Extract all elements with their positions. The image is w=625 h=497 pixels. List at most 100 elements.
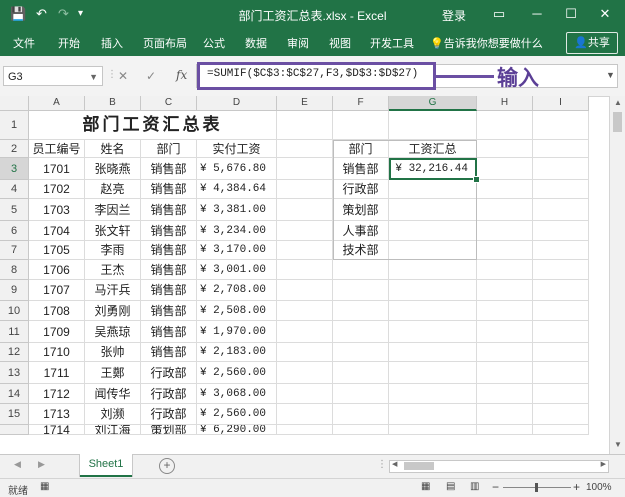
cell-e10[interactable]: [277, 301, 333, 321]
cell-c15[interactable]: 行政部: [141, 404, 197, 425]
column-header-g[interactable]: G: [389, 96, 477, 111]
cell-i12[interactable]: [533, 343, 589, 362]
cell-d13[interactable]: ¥ 2,560.00: [197, 362, 277, 384]
cell-e1[interactable]: [277, 111, 333, 140]
prev-sheet-icon[interactable]: ◀: [14, 459, 21, 470]
row-header-15[interactable]: 15: [0, 404, 29, 425]
cell-b4[interactable]: 赵亮: [85, 180, 141, 199]
horizontal-scrollbar[interactable]: ◀ ▶: [389, 460, 609, 473]
cell-b5[interactable]: 李因兰: [85, 199, 141, 221]
cell-f10[interactable]: [333, 301, 389, 321]
column-header-e[interactable]: E: [277, 96, 333, 111]
cell-i3[interactable]: [533, 158, 589, 180]
page-break-view-icon[interactable]: ▥: [470, 481, 479, 492]
cell-i4[interactable]: [533, 180, 589, 199]
cell-d2[interactable]: 实付工资: [197, 140, 277, 158]
row-header-16[interactable]: [0, 425, 29, 435]
row-header-12[interactable]: 12: [0, 343, 29, 362]
cell-g8[interactable]: [389, 260, 477, 280]
column-header-f[interactable]: F: [333, 96, 389, 111]
cell-e13[interactable]: [277, 362, 333, 384]
cell-b16[interactable]: 刘江海: [85, 425, 141, 435]
maximize-icon[interactable]: ☐: [560, 4, 582, 24]
cell-h7[interactable]: [477, 241, 533, 260]
cell-f11[interactable]: [333, 321, 389, 343]
cell-h5[interactable]: [477, 199, 533, 221]
share-button[interactable]: 👤共享: [566, 32, 618, 54]
zoom-out-button[interactable]: −: [492, 480, 499, 494]
cell-a9[interactable]: 1707: [29, 280, 85, 301]
cell-c9[interactable]: 销售部: [141, 280, 197, 301]
cell-f6[interactable]: 人事部: [333, 221, 389, 241]
cell-a6[interactable]: 1704: [29, 221, 85, 241]
cell-c13[interactable]: 行政部: [141, 362, 197, 384]
cell-e5[interactable]: [277, 199, 333, 221]
cell-b15[interactable]: 刘濒: [85, 404, 141, 425]
cell-b14[interactable]: 闻传华: [85, 384, 141, 404]
scroll-right-icon[interactable]: ▶: [601, 460, 606, 468]
row-header-9[interactable]: 9: [0, 280, 29, 301]
cell-b12[interactable]: 张帅: [85, 343, 141, 362]
cell-e16[interactable]: [277, 425, 333, 435]
cell-c2[interactable]: 部门: [141, 140, 197, 158]
expand-formula-bar-icon[interactable]: ▼: [606, 70, 615, 80]
cell-b13[interactable]: 王鄭: [85, 362, 141, 384]
cell-e3[interactable]: [277, 158, 333, 180]
ribbon-display-options-icon[interactable]: ▭: [488, 4, 510, 24]
row-header-14[interactable]: 14: [0, 384, 29, 404]
row-header-1[interactable]: 1: [0, 111, 29, 140]
cell-a13[interactable]: 1711: [29, 362, 85, 384]
tab-home[interactable]: 开始: [58, 35, 80, 51]
cell-a3[interactable]: 1701: [29, 158, 85, 180]
cell-h16[interactable]: [477, 425, 533, 435]
cell-h4[interactable]: [477, 180, 533, 199]
page-layout-view-icon[interactable]: ▤: [446, 481, 455, 492]
cell-b3[interactable]: 张晓燕: [85, 158, 141, 180]
cell-a2[interactable]: 员工编号: [29, 140, 85, 158]
cell-g5[interactable]: [389, 199, 477, 221]
vertical-scrollbar[interactable]: ▲ ▼: [609, 96, 625, 454]
cell-g4[interactable]: [389, 180, 477, 199]
cell-i2[interactable]: [533, 140, 589, 158]
cell-h13[interactable]: [477, 362, 533, 384]
cell-i5[interactable]: [533, 199, 589, 221]
column-header-a[interactable]: A: [29, 96, 85, 111]
next-sheet-icon[interactable]: ▶: [38, 459, 45, 470]
close-icon[interactable]: ✕: [594, 4, 616, 24]
fill-handle[interactable]: [473, 176, 480, 183]
cell-b6[interactable]: 张文轩: [85, 221, 141, 241]
cell-e9[interactable]: [277, 280, 333, 301]
cell-c8[interactable]: 销售部: [141, 260, 197, 280]
cell-b10[interactable]: 刘勇刚: [85, 301, 141, 321]
cell-f12[interactable]: [333, 343, 389, 362]
cell-h8[interactable]: [477, 260, 533, 280]
tell-me-search[interactable]: 💡告诉我你想要做什么: [430, 35, 543, 51]
tab-formulas[interactable]: 公式: [203, 35, 225, 51]
cell-g1[interactable]: [389, 111, 477, 140]
cell-c14[interactable]: 行政部: [141, 384, 197, 404]
cell-e14[interactable]: [277, 384, 333, 404]
row-header-3[interactable]: 3: [0, 158, 29, 180]
cell-d7[interactable]: ¥ 3,170.00: [197, 241, 277, 260]
cell-d6[interactable]: ¥ 3,234.00: [197, 221, 277, 241]
cell-f2[interactable]: 部门: [333, 140, 389, 158]
select-all-corner[interactable]: [0, 96, 29, 111]
cell-h15[interactable]: [477, 404, 533, 425]
cell-d3[interactable]: ¥ 5,676.80: [197, 158, 277, 180]
cell-b2[interactable]: 姓名: [85, 140, 141, 158]
zoom-level[interactable]: 100%: [586, 482, 612, 493]
tab-splitter-icon[interactable]: ⋮: [377, 459, 387, 470]
cell-e6[interactable]: [277, 221, 333, 241]
cell-d14[interactable]: ¥ 3,068.00: [197, 384, 277, 404]
cell-b8[interactable]: 王杰: [85, 260, 141, 280]
cell-g13[interactable]: [389, 362, 477, 384]
cell-c3[interactable]: 销售部: [141, 158, 197, 180]
row-header-13[interactable]: 13: [0, 362, 29, 384]
cell-i8[interactable]: [533, 260, 589, 280]
row-header-10[interactable]: 10: [0, 301, 29, 321]
enter-icon[interactable]: ✓: [146, 69, 156, 83]
cell-f13[interactable]: [333, 362, 389, 384]
cell-g7[interactable]: [389, 241, 477, 260]
cell-g6[interactable]: [389, 221, 477, 241]
cell-h11[interactable]: [477, 321, 533, 343]
